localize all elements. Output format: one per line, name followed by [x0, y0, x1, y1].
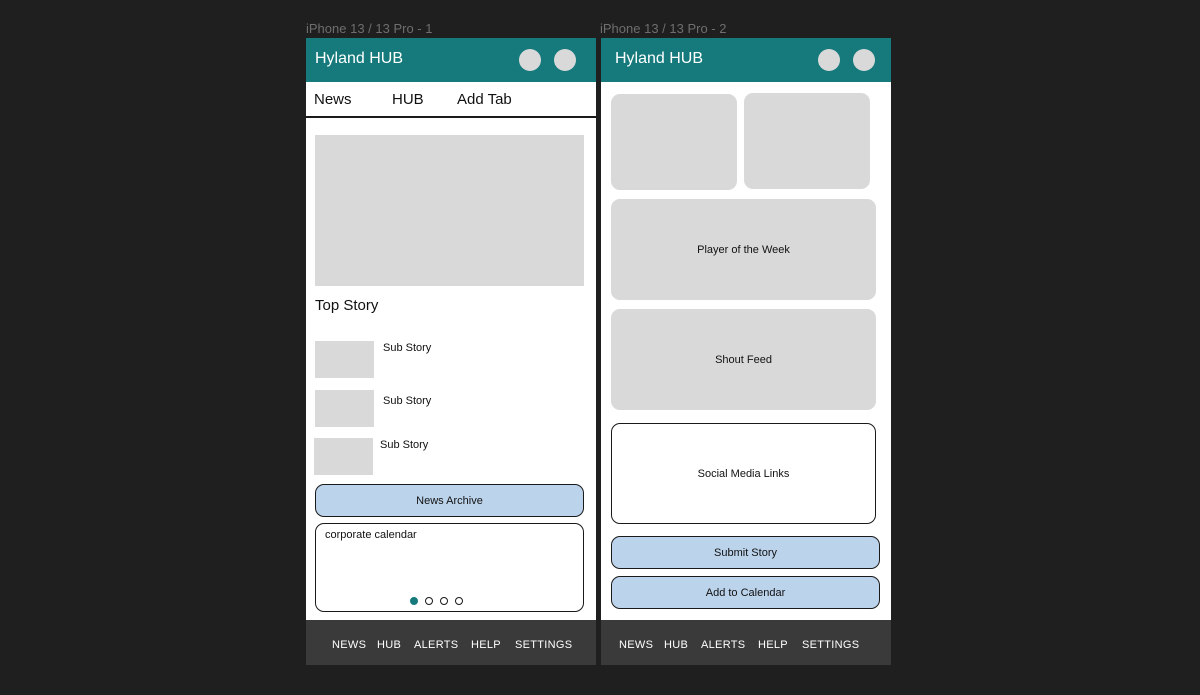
- add-to-calendar-button[interactable]: Add to Calendar: [611, 576, 880, 609]
- sub-story-label[interactable]: Sub Story: [380, 439, 428, 451]
- bottom-nav: NEWS HUB ALERTS HELP SETTINGS: [306, 620, 596, 665]
- nav-alerts[interactable]: ALERTS: [701, 639, 745, 651]
- carousel-dots: [410, 597, 463, 605]
- shout-feed-card[interactable]: Shout Feed: [611, 309, 876, 410]
- tab-add-tab[interactable]: Add Tab: [457, 91, 512, 108]
- sub-story-label[interactable]: Sub Story: [383, 342, 431, 354]
- app-title: Hyland HUB: [615, 50, 704, 67]
- nav-settings[interactable]: SETTINGS: [802, 639, 859, 651]
- avatar-circle-icon[interactable]: [818, 49, 840, 71]
- nav-settings[interactable]: SETTINGS: [515, 639, 572, 651]
- submit-story-button[interactable]: Submit Story: [611, 536, 880, 569]
- sub-story-thumbnail[interactable]: [314, 438, 373, 475]
- nav-hub[interactable]: HUB: [664, 639, 688, 651]
- avatar-circle-icon[interactable]: [554, 49, 576, 71]
- sub-story-thumbnail[interactable]: [315, 341, 374, 378]
- nav-alerts[interactable]: ALERTS: [414, 639, 458, 651]
- carousel-dot[interactable]: [425, 597, 433, 605]
- carousel-dot[interactable]: [455, 597, 463, 605]
- player-of-the-week-card[interactable]: Player of the Week: [611, 199, 876, 300]
- frame-label-1: iPhone 13 / 13 Pro - 1: [306, 21, 433, 36]
- tab-news[interactable]: News: [314, 91, 352, 108]
- news-archive-button[interactable]: News Archive: [315, 484, 584, 517]
- carousel-dot-active[interactable]: [410, 597, 418, 605]
- top-story-image[interactable]: [315, 135, 584, 286]
- app-bar: Hyland HUB: [306, 38, 596, 82]
- nav-hub[interactable]: HUB: [377, 639, 401, 651]
- phone-frame-news: Hyland HUB News HUB Add Tab Top Story Su…: [306, 38, 596, 665]
- avatar-circle-icon[interactable]: [853, 49, 875, 71]
- carousel-dot[interactable]: [440, 597, 448, 605]
- nav-news[interactable]: NEWS: [332, 639, 366, 651]
- tab-bar: News HUB Add Tab: [306, 82, 596, 118]
- bottom-nav: NEWS HUB ALERTS HELP SETTINGS: [601, 620, 891, 665]
- avatar-circle-icon[interactable]: [519, 49, 541, 71]
- sub-story-thumbnail[interactable]: [315, 390, 374, 427]
- nav-news[interactable]: NEWS: [619, 639, 653, 651]
- nav-help[interactable]: HELP: [471, 639, 501, 651]
- tab-hub[interactable]: HUB: [392, 91, 424, 108]
- sub-story-label[interactable]: Sub Story: [383, 395, 431, 407]
- frame-label-2: iPhone 13 / 13 Pro - 2: [600, 21, 727, 36]
- app-title: Hyland HUB: [315, 50, 404, 67]
- nav-help[interactable]: HELP: [758, 639, 788, 651]
- hub-tile[interactable]: [611, 94, 737, 190]
- top-story-title[interactable]: Top Story: [315, 297, 378, 314]
- calendar-label: corporate calendar: [325, 529, 417, 541]
- app-bar: Hyland HUB: [601, 38, 891, 82]
- hub-tile[interactable]: [744, 93, 870, 189]
- social-media-links-card[interactable]: Social Media Links: [611, 423, 876, 524]
- corporate-calendar-card[interactable]: corporate calendar: [315, 523, 584, 612]
- phone-frame-hub: Hyland HUB Player of the Week Shout Feed…: [601, 38, 891, 665]
